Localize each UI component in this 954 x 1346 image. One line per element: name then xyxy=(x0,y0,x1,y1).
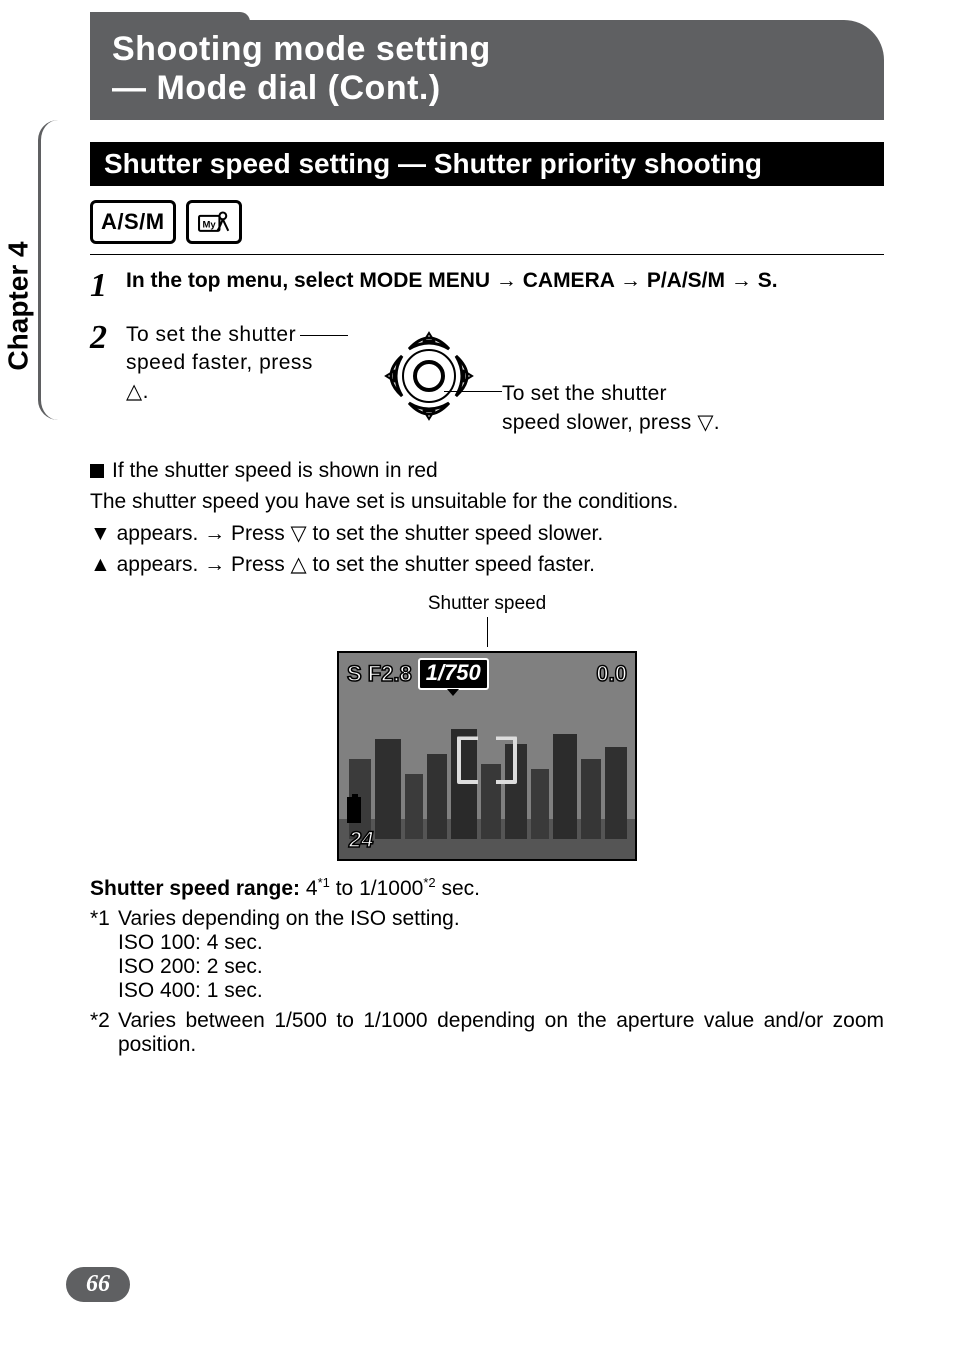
footnote-2-text: Varies between 1/500 to 1/1000 depending… xyxy=(118,1009,884,1057)
range-to: to xyxy=(336,877,359,900)
footnote-2-tag: *2 xyxy=(90,1009,118,1057)
mode-mymode-icon: My xyxy=(186,200,242,244)
skyline-icon xyxy=(339,719,637,859)
red-shutter-note: If the shutter speed is shown in red The… xyxy=(90,456,884,580)
red-line: The shutter speed you have set is unsuit… xyxy=(90,487,884,516)
range-label: Shutter speed range: xyxy=(90,877,306,900)
svg-text:My: My xyxy=(202,219,216,230)
display-hud: S F2.8 1/750 0.0 xyxy=(339,658,635,690)
step-2-body: To set the shutter speed faster, press △… xyxy=(126,321,884,438)
red-down: ▼ appears. → Press ▽ to set the shutter … xyxy=(90,519,884,548)
square-bullet-icon xyxy=(90,464,104,478)
footnote-1-b: ISO 200: 2 sec. xyxy=(90,955,884,979)
leader-line xyxy=(487,617,488,647)
hud-ev: 0.0 xyxy=(596,661,627,687)
battery-icon xyxy=(347,797,361,823)
step1-m2: CAMERA xyxy=(523,269,614,292)
step2-right-text: To set the shutter speed slower, press ▽… xyxy=(502,379,782,438)
step-1-text: In the top menu, select MODE MENU → CAME… xyxy=(126,269,884,293)
step1-prefix: In the top menu, select xyxy=(126,269,359,292)
banner-title-line1: Shooting mode setting xyxy=(112,30,862,69)
step2-right-l1: To set the shutter xyxy=(502,382,667,405)
arrow-right-icon: → xyxy=(620,269,647,292)
arrow-pad-icon xyxy=(374,321,484,431)
display-figure: Shutter speed S F2.8 1/750 0.0 xyxy=(90,593,884,861)
range-unit: sec. xyxy=(441,877,480,900)
footnote-1-tag: *1 xyxy=(90,907,118,931)
banner-title-line2: — Mode dial (Cont.) xyxy=(112,69,862,108)
step-2: 2 To set the shutter speed faster, press… xyxy=(90,321,884,438)
range-high-sup: *2 xyxy=(423,875,435,890)
hud-shots: 24 xyxy=(349,827,373,853)
step1-m4: S. xyxy=(758,269,778,292)
divider xyxy=(90,254,884,255)
chapter-tab: Chapter 4 xyxy=(30,120,70,430)
footnote-1-c: ISO 400: 1 sec. xyxy=(90,979,884,1003)
arrow-right-icon: → xyxy=(496,269,523,292)
footnote-1-text: Varies depending on the ISO setting. xyxy=(118,907,884,931)
step-2-number: 2 xyxy=(90,321,126,355)
shutter-range: Shutter speed range: 4*1 to 1/1000*2 sec… xyxy=(90,875,884,901)
range-low: 4 xyxy=(306,877,318,900)
mode-icons-row: A/S/M My xyxy=(90,200,884,244)
mode-asm-label: A/S/M xyxy=(101,209,165,235)
step1-m1: MODE MENU xyxy=(359,269,490,292)
footnote-2: *2 Varies between 1/500 to 1/1000 depend… xyxy=(90,1009,884,1057)
red-heading: If the shutter speed is shown in red xyxy=(112,459,438,482)
step2-left-text: To set the shutter speed faster, press △… xyxy=(126,321,356,406)
step2-left-l1: To set the shutter xyxy=(126,323,296,346)
step2-left-l3: △. xyxy=(126,380,149,403)
header-banner: Shooting mode setting — Mode dial (Cont.… xyxy=(90,20,884,120)
hud-mode: S xyxy=(347,661,362,687)
chapter-pill xyxy=(38,120,68,420)
footnote-1-a: ISO 100: 4 sec. xyxy=(90,931,884,955)
step-1-number: 1 xyxy=(90,269,126,303)
leader-line xyxy=(444,391,502,392)
page-number: 66 xyxy=(66,1267,130,1302)
range-low-sup: *1 xyxy=(318,875,330,890)
footnote-1: *1 Varies depending on the ISO setting. … xyxy=(90,907,884,1003)
section-title: Shutter speed setting — Shutter priority… xyxy=(90,142,884,186)
step-1: 1 In the top menu, select MODE MENU → CA… xyxy=(90,269,884,303)
hud-shutter: 1/750 xyxy=(418,658,489,690)
mode-asm-icon: A/S/M xyxy=(90,200,176,244)
range-high: 1/1000 xyxy=(359,877,423,900)
step2-right-l2: speed slower, press ▽. xyxy=(502,411,720,434)
step1-m3: P/A/S/M xyxy=(647,269,725,292)
lcd-display: S F2.8 1/750 0.0 24 xyxy=(337,651,637,861)
red-up: ▲ appears. → Press △ to set the shutter … xyxy=(90,550,884,579)
display-caption: Shutter speed xyxy=(90,593,884,615)
page: Shooting mode setting — Mode dial (Cont.… xyxy=(0,0,954,1346)
leader-line xyxy=(300,335,348,336)
banner-notch xyxy=(90,12,250,22)
hud-fnumber: F2.8 xyxy=(368,661,412,687)
step2-left-l2: speed faster, press xyxy=(126,351,313,374)
chapter-label: Chapter 4 xyxy=(3,241,35,370)
arrow-right-icon: → xyxy=(731,269,758,292)
